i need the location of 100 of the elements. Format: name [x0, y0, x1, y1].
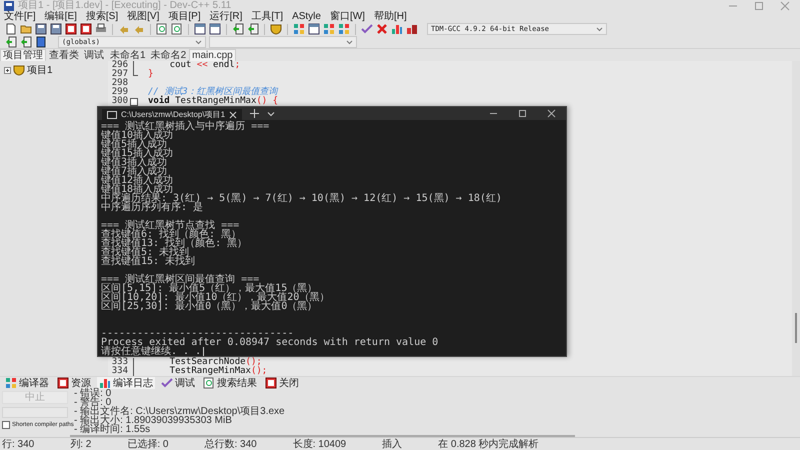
menu-item[interactable]: 帮助[H]	[374, 11, 407, 22]
line-number: 296	[110, 61, 128, 70]
line-number: 297	[110, 70, 128, 79]
file-tab[interactable]: main.cpp	[189, 49, 236, 61]
menu-item[interactable]: 运行[R]	[210, 11, 242, 22]
shield-icon[interactable]	[270, 23, 282, 35]
add-icon[interactable]	[250, 109, 260, 118]
output-tab[interactable]: 编译日志	[97, 377, 155, 389]
console-line: 查找键值15: 未找到	[101, 257, 196, 266]
console-line: === 测试红黑树区间最值查询 ===	[101, 275, 260, 284]
menu-item[interactable]: 视图[V]	[127, 11, 160, 22]
close-icon[interactable]	[229, 110, 238, 118]
line-number: 298	[110, 79, 128, 88]
console-line: 键值12插入成功	[101, 176, 174, 185]
terminal-icon	[107, 110, 117, 120]
window-title: 项目1 - [项目1.dev] - [Executing] - Dev-C++ 5.11	[18, 0, 232, 11]
menu-item[interactable]: 窗口[W]	[330, 11, 365, 22]
panel-tab[interactable]: 查看类	[47, 50, 81, 61]
code-line: cout << endl;	[168, 61, 240, 70]
scrollbar[interactable]	[792, 61, 800, 376]
console-line: 中序遍历序列有序: 是	[101, 203, 204, 212]
log-line: - 错误: 0	[74, 389, 112, 398]
window-icon[interactable]	[209, 23, 221, 35]
status-text: 总行数: 340	[204, 438, 257, 450]
fold-marker[interactable]	[130, 98, 138, 106]
output-tab[interactable]: 调试	[159, 377, 197, 389]
bar-chart-icon[interactable]	[406, 23, 418, 35]
code-line: TestRangeMinMax();	[168, 367, 268, 376]
folder-icon[interactable]	[20, 23, 32, 35]
caret-icon[interactable]	[596, 26, 603, 32]
code-line: }	[147, 70, 154, 79]
console-line: 键值3插入成功	[101, 158, 168, 167]
console-line: === 测试红黑树节点查找 ===	[101, 221, 240, 230]
log-line: - 输出大小: 1.89039039935303 MiB	[74, 416, 232, 425]
menu-item[interactable]: 工具[T]	[251, 11, 284, 22]
tree-item[interactable]: 项目1	[27, 63, 53, 77]
status-text: 已选择: 0	[127, 438, 168, 450]
bar-chart-icon[interactable]	[99, 377, 111, 389]
arrow-in-icon[interactable]	[5, 36, 17, 48]
panel-tab[interactable]: 调试	[82, 50, 106, 61]
console-line: 查找键值6: 找到（颜色: 黑）	[101, 230, 242, 239]
window-icon[interactable]	[308, 23, 320, 35]
console-line: 键值10插入成功	[101, 131, 174, 140]
status-text: 列: 2	[70, 438, 92, 450]
console-line: 请按任意键继续. . .	[101, 347, 202, 356]
line-number: 299	[110, 88, 128, 97]
chevron-down-icon[interactable]	[267, 110, 276, 118]
console-line: Process exited after 0.08947 seconds with return value 0	[101, 338, 438, 347]
console-line: === 测试红黑树插入与中序遍历 ===	[101, 122, 270, 131]
close-icon[interactable]	[547, 109, 556, 118]
caret-icon[interactable]	[346, 40, 353, 44]
checkmark-icon[interactable]	[361, 23, 373, 35]
console-line: 键值18插入成功	[101, 185, 174, 194]
console-line: 键值5插入成功	[101, 140, 168, 149]
status-text: 长度: 10409	[292, 438, 346, 450]
maximize-icon[interactable]	[518, 109, 527, 118]
checkbox[interactable]	[2, 421, 10, 429]
menu-item[interactable]: 搜索[S]	[86, 11, 118, 22]
menu-item[interactable]: 编辑[E]	[44, 11, 77, 22]
console-line: 键值15插入成功	[101, 149, 174, 158]
output-tab[interactable]: 关闭	[263, 377, 301, 389]
expand-icon[interactable]	[4, 66, 11, 74]
grid-icon[interactable]	[338, 23, 350, 35]
output-tab[interactable]: 编译器	[3, 377, 51, 389]
file-tab[interactable]: 未命名1	[108, 50, 148, 61]
menu-item[interactable]: AStyle	[292, 11, 321, 22]
console-line: --------------------------------	[101, 329, 294, 338]
window-icon[interactable]	[194, 23, 206, 35]
status-text: 插入	[382, 438, 402, 450]
console-line: 中序遍历结果: 3(红) → 5(黑) → 7(红) → 10(黑) → 12(红) → 15(黑) → 18(红)	[101, 194, 502, 203]
x-icon[interactable]	[376, 23, 388, 35]
terminal-tab[interactable]: C:\Users\zmw\Desktop\项目1	[102, 109, 242, 120]
caret-icon[interactable]	[195, 40, 202, 44]
output-tab[interactable]: 搜索结果	[201, 377, 259, 389]
output-tab[interactable]: 资源	[55, 377, 93, 389]
horizontal-scrollbar[interactable]	[70, 435, 576, 437]
status-text: 在 0.828 秒内完成解析	[438, 438, 539, 450]
file-tab[interactable]: 未命名2	[148, 50, 188, 61]
grid-icon[interactable]	[5, 377, 17, 389]
checkmark-icon[interactable]	[161, 377, 173, 389]
arrow-in-icon[interactable]	[232, 23, 244, 35]
line-number: 300	[110, 97, 128, 106]
menu-item[interactable]: 项目[P]	[168, 11, 201, 22]
menu-item[interactable]: 文件[F]	[4, 11, 36, 22]
console-line: 查找键值5: 未找到	[101, 248, 190, 257]
console-line: 键值7插入成功	[101, 167, 168, 176]
console-line: 区间[10,20]: 最小值10（红），最大值20（黑）	[101, 293, 330, 302]
log-line: - 警告: 0	[74, 398, 112, 407]
log-line: - 编译时间: 1.55s	[74, 425, 152, 434]
printer-icon[interactable]	[95, 23, 107, 35]
bar-chart-icon[interactable]	[391, 23, 403, 35]
panel-tab[interactable]: 项目管理	[0, 49, 46, 61]
line-number: 333	[110, 358, 128, 367]
project-icon[interactable]	[13, 64, 25, 76]
status-text: 行: 340	[2, 438, 34, 450]
code-line: // 测试3：红黑树区间最值查询	[147, 88, 278, 97]
code-line: TestSearchNode();	[168, 358, 262, 367]
code-line: void TestRangeMinMax() {	[147, 97, 278, 106]
console-line: 区间[25,30]: 最小值0（黑），最大值0（黑）	[101, 302, 318, 311]
line-number: 334	[110, 367, 128, 376]
